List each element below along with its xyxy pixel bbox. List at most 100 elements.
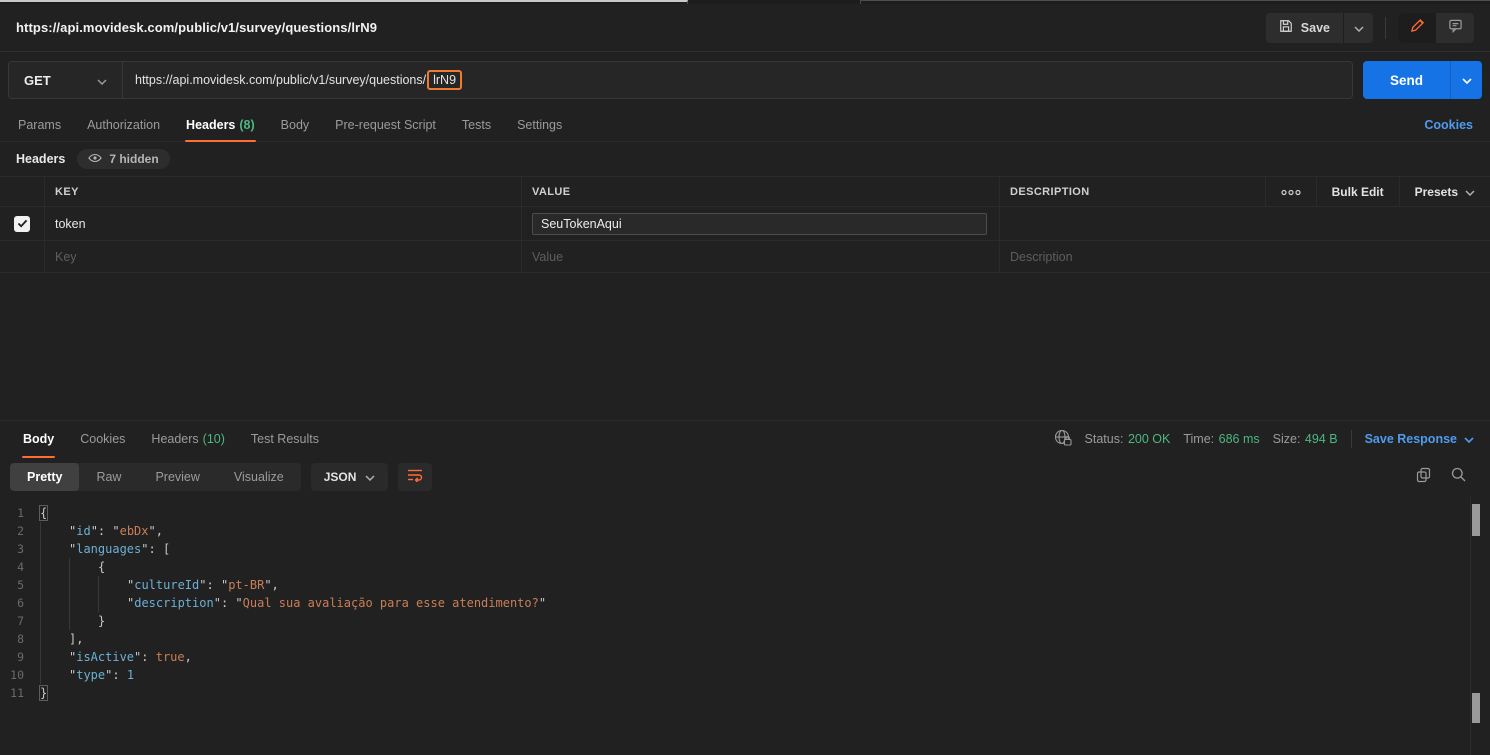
key-placeholder[interactable]: Key (44, 241, 521, 272)
edit-button[interactable] (1398, 12, 1436, 43)
table-header-controls: Bulk Edit Presets (1264, 177, 1490, 206)
line-number: 3 (17, 542, 24, 556)
indent-guide (40, 558, 69, 576)
save-options-button[interactable] (1343, 12, 1373, 43)
indent-guide (40, 594, 69, 612)
toolbar-divider (1385, 16, 1386, 39)
check-icon (17, 217, 28, 231)
tab-headers[interactable]: Headers (10) (138, 421, 237, 457)
tab-body[interactable]: Body (10, 421, 67, 458)
tab-headers[interactable]: Headers (8) (173, 108, 268, 142)
row-checkbox[interactable] (14, 215, 30, 232)
method-select[interactable]: GET (9, 62, 123, 98)
save-button-label: Save (1300, 20, 1330, 35)
indent-guide (40, 522, 69, 540)
tab-pre-request-script[interactable]: Pre-request Script (322, 108, 449, 141)
scrollbar-thumb[interactable] (1472, 504, 1480, 536)
tab-label: Pre-request Script (335, 117, 436, 132)
pencil-icon (1410, 18, 1425, 38)
hidden-headers-toggle[interactable]: 7 hidden (77, 149, 170, 169)
description-cell[interactable] (999, 207, 1490, 240)
tab-cookies[interactable]: Cookies (67, 421, 138, 457)
line-number: 9 (17, 650, 24, 664)
request-title: https://api.movidesk.com/public/v1/surve… (16, 20, 378, 35)
response-tabs-list: Body Cookies Headers (10) Test Results (10, 421, 332, 458)
tab-pretty[interactable]: Pretty (10, 463, 80, 491)
send-button[interactable]: Send (1363, 61, 1450, 99)
code-line: 9 "isActive": true, (0, 648, 1490, 666)
tab-preview[interactable]: Preview (138, 463, 216, 491)
indent-guide (98, 576, 127, 594)
tab-label: Authorization (87, 117, 161, 132)
tab-params[interactable]: Params (5, 108, 74, 141)
code-text: "id": "ebDx", (40, 522, 163, 540)
presets-button[interactable]: Presets (1398, 177, 1490, 206)
key-cell[interactable]: token (44, 207, 521, 240)
headers-table: KEY VALUE DESCRIPTION Bulk Edit Presets (0, 176, 1490, 273)
cookies-link[interactable]: Cookies (1424, 118, 1485, 132)
response-toolbar-right (1416, 467, 1480, 488)
code-line: 6 "description": "Qual sua avaliação para… (0, 594, 1490, 612)
save-response-button[interactable]: Save Response (1365, 432, 1474, 446)
globe-lock-icon[interactable] (1054, 429, 1072, 449)
tab-authorization[interactable]: Authorization (74, 108, 173, 141)
tab-label: Visualize (233, 470, 284, 484)
scrollbar-marker[interactable] (1472, 693, 1480, 723)
chevron-down-icon (1461, 71, 1472, 89)
scrollbar-track (1470, 497, 1471, 755)
time-label: Time: (1183, 432, 1215, 446)
code-text: { (40, 558, 105, 576)
time-value[interactable]: 686 ms (1219, 432, 1260, 446)
code-text: ], (40, 630, 83, 648)
response-toolbar: Pretty Raw Preview Visualize JSON (0, 457, 1490, 497)
value-input[interactable]: SeuTokenAqui (532, 212, 987, 235)
size-label: Size: (1272, 432, 1301, 446)
indent-guide (69, 558, 98, 576)
tab-tests[interactable]: Tests (449, 108, 504, 141)
url-prefix: https://api.movidesk.com/public/v1/surve… (135, 73, 427, 87)
tab-raw[interactable]: Raw (79, 463, 138, 491)
wrap-lines-button[interactable] (398, 463, 433, 491)
url-input[interactable]: https://api.movidesk.com/public/v1/surve… (123, 70, 474, 90)
format-select[interactable]: JSON (310, 463, 389, 491)
time-field: Time: 686 ms (1183, 432, 1259, 446)
json-code: 1{2 "id": "ebDx", 3 "languages": [4{5 "cultu… (0, 504, 1490, 702)
indent-guide (40, 630, 69, 648)
description-placeholder[interactable]: Description (999, 241, 1490, 272)
edit-comment-group (1398, 12, 1474, 43)
headers-section-header: Headers 7 hidden (0, 142, 1490, 176)
send-options-button[interactable] (1450, 61, 1482, 99)
bulk-edit-button[interactable]: Bulk Edit (1315, 177, 1399, 206)
response-view-switch: Pretty Raw Preview Visualize (10, 463, 301, 491)
comments-button[interactable] (1436, 13, 1474, 43)
value-placeholder[interactable]: Value (521, 241, 999, 272)
code-line: 10 "type": 1 (0, 666, 1490, 684)
description-header-label: DESCRIPTION (1010, 185, 1090, 198)
chevron-down-icon (1353, 19, 1364, 37)
copy-response-button[interactable] (1416, 467, 1431, 488)
request-tabs: Params Authorization Headers (8) Body Pre-req… (0, 108, 1490, 142)
tab-count: (8) (239, 117, 255, 132)
size-value[interactable]: 494 B (1305, 432, 1338, 446)
save-button[interactable]: Save (1266, 13, 1343, 43)
response-body-viewer[interactable]: 1{2 "id": "ebDx", 3 "languages": [4{5 "cultu… (0, 497, 1490, 755)
tab-label: Raw (96, 470, 122, 484)
tab-label: Test Results (250, 432, 319, 446)
table-header-row: KEY VALUE DESCRIPTION Bulk Edit Presets (0, 177, 1490, 207)
tab-body[interactable]: Body (268, 108, 323, 141)
more-options-button[interactable] (1264, 177, 1316, 206)
response-panel: Body Cookies Headers (10) Test Results Statu… (0, 420, 1490, 755)
tab-visualize[interactable]: Visualize (217, 463, 301, 491)
tab-test-results[interactable]: Test Results (238, 421, 332, 457)
status-label: Status: (1084, 432, 1124, 446)
chevron-down-icon (365, 470, 375, 484)
line-number: 5 (17, 578, 24, 592)
search-response-button[interactable] (1451, 467, 1466, 487)
send-button-label: Send (1389, 72, 1423, 88)
table-placeholder-row: Key Value Description (0, 241, 1490, 273)
code-line: 1{ (0, 504, 1490, 522)
indent-guide (69, 612, 98, 630)
tab-settings[interactable]: Settings (504, 108, 575, 141)
status-value[interactable]: 200 OK (1128, 432, 1170, 446)
meta-divider (1350, 430, 1352, 448)
